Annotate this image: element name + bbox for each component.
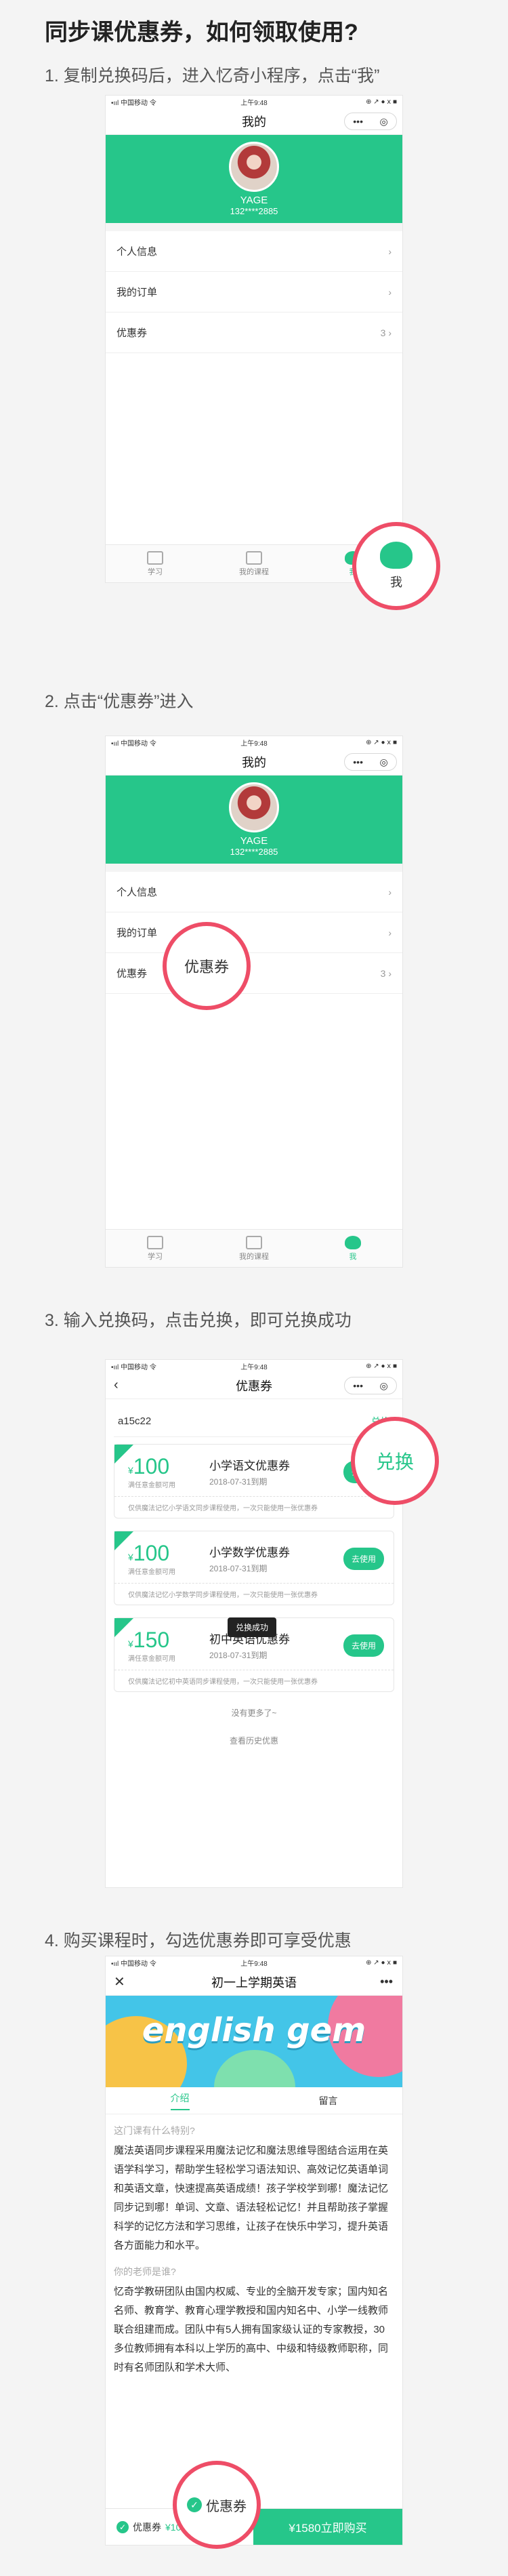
callout-select-coupon: ✓ 优惠券 [173,2461,261,2549]
menu-item-orders[interactable]: 我的订单 › [106,912,402,953]
redeem-code-input[interactable]: a15c22兑换 [114,1406,394,1437]
course-tabs: 介绍 留言 [106,2087,402,2114]
step-3-text: 3. 输入兑换码，点击兑换，即可兑换成功 [45,1311,352,1330]
tab-intro[interactable]: 介绍 [106,2087,254,2114]
step-4-text: 4. 购买课程时，勾选优惠券即可享受优惠 [45,1931,352,1950]
check-icon: ✓ [117,2520,129,2533]
coupon-card: ¥100 满任意金额可用 小学数学优惠券 2018-07-31到期 去使用 仅供魔法… [114,1531,394,1605]
user-phone: 132****2885 [230,206,278,216]
nav-bar: 我的 ••• ◎ [106,108,402,135]
use-coupon-button[interactable]: 去使用 [343,1547,384,1570]
menu-item-orders[interactable]: 我的订单 › [106,272,402,313]
use-coupon-button[interactable]: 去使用 [343,1634,384,1657]
avatar [229,142,279,192]
close-icon[interactable]: ✕ [114,1973,125,1990]
history-link[interactable]: 查看历史优惠 [106,1727,402,1754]
phone-step-1: •ııl 中国移动 令上午9:48 ⊕ ↗ ● ⅹ ■ 我的 ••• ◎ YAGE … [105,95,403,583]
step-2-text: 2. 点击“优惠券”进入 [45,692,194,711]
mini-capsule[interactable]: ••• ◎ [344,113,397,130]
status-bar: •ııl 中国移动 令上午9:48 ⊕ ↗ ● ⅹ ■ [106,96,402,108]
buy-button[interactable]: ¥1580立即购买 [253,2509,402,2545]
more-icon: ••• [353,116,363,127]
callout-me: 我 [352,522,440,610]
menu-item-coupons[interactable]: 优惠券 3 › [106,313,402,353]
callout-redeem: 兑换 [351,1417,439,1505]
course-banner: english gem [106,1996,402,2087]
no-more-text: 没有更多了~ [231,1708,277,1718]
redeem-toast: 兑换成功 [228,1617,277,1637]
tab-study[interactable]: 学习 [106,1230,205,1267]
mini-capsule[interactable]: ••• ◎ [344,753,397,771]
tab-me[interactable]: 我 [303,1230,402,1267]
step-1-text: 1. 复制兑换码后，进入忆奇小程序，点击“我” [45,66,380,85]
nav-title: 我的 [242,115,266,129]
page-title: 同步课优惠券，如何领取使用? [45,20,358,45]
user-name: YAGE [240,195,268,206]
menu-list: 个人信息 › 我的订单 › 优惠券 3 › [106,231,402,353]
phone-step-4: •ııl 中国移动 令上午9:48 ⊕ ↗ ● ⅹ ■ ✕ 初一上学期英语 ••• e… [105,1956,403,2545]
menu-item-profile[interactable]: 个人信息 › [106,872,402,912]
tab-my-courses[interactable]: 我的课程 [205,545,303,582]
check-icon: ✓ [187,2497,202,2512]
avatar [229,782,279,832]
back-icon[interactable]: ‹ [114,1377,119,1393]
chevron-right-icon: › [388,286,391,298]
more-icon[interactable]: ••• [380,1975,393,1989]
tab-study[interactable]: 学习 [106,545,205,582]
chevron-right-icon: › [388,245,391,257]
tab-my-courses[interactable]: 我的课程 [205,1230,303,1267]
callout-coupon: 优惠券 [163,922,251,1010]
menu-item-coupons[interactable]: 优惠券 3 › [106,953,402,994]
profile-header: YAGE 132****2885 [106,135,402,223]
tab-comments[interactable]: 留言 [254,2087,402,2114]
menu-item-profile[interactable]: 个人信息 › [106,231,402,272]
close-target-icon: ◎ [379,115,388,127]
user-icon [380,542,412,569]
video-icon [246,550,262,565]
phone-step-2: •ııl 中国移动 令上午9:48 ⊕ ↗ ● ⅹ ■ 我的 ••• ◎ YAGE 1… [105,736,403,1268]
book-icon [147,550,163,565]
